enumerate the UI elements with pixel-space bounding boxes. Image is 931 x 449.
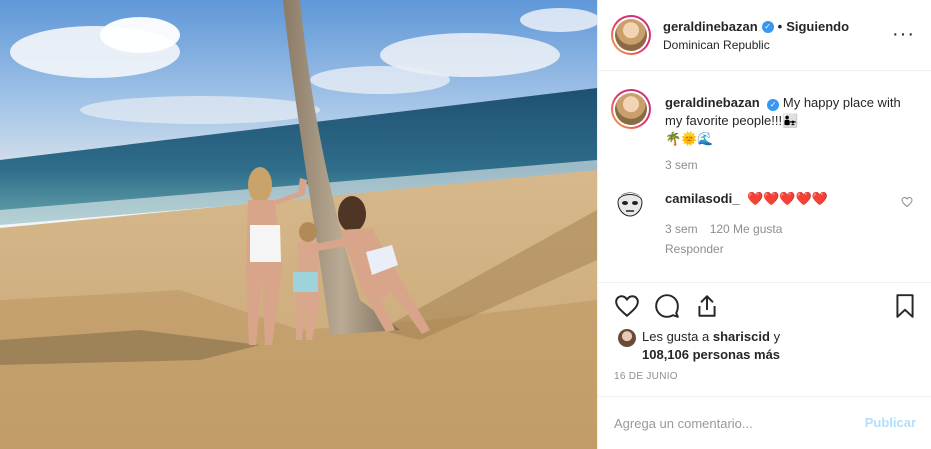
likes-connector: y — [773, 329, 781, 344]
caption-emojis: 🌴🌞🌊 — [665, 131, 714, 146]
reply-button[interactable]: Responder — [665, 242, 885, 256]
comment-like-heart-icon[interactable] — [901, 196, 913, 211]
follow-status-button[interactable]: Siguiendo — [786, 19, 849, 34]
likes-count[interactable]: 108,106 personas más — [642, 347, 780, 362]
heart-icon[interactable] — [614, 293, 640, 319]
comment-text: ❤️❤️❤️❤️❤️ — [747, 191, 828, 206]
share-icon[interactable] — [694, 293, 720, 319]
caption: geraldinebazan ✓ My happy place with my … — [665, 94, 905, 172]
more-options-icon[interactable]: ··· — [892, 24, 915, 44]
comment-username[interactable]: camilasodi_ — [665, 191, 739, 206]
caption-username[interactable]: geraldinebazan — [665, 95, 760, 110]
post-photo[interactable] — [0, 0, 597, 449]
author-info: geraldinebazan ✓ • Siguiendo Dominican R… — [663, 19, 849, 52]
commenter-avatar[interactable] — [614, 186, 646, 218]
comments-section[interactable]: geraldinebazan ✓ My happy place with my … — [598, 71, 931, 282]
comment-icon[interactable] — [654, 293, 680, 319]
add-comment-form: Publicar — [598, 396, 931, 449]
comment-item: camilasodi_ ❤️❤️❤️❤️❤️ 3 sem 120 Me gust… — [665, 190, 885, 256]
liker-avatar[interactable] — [618, 329, 636, 347]
liker-username[interactable]: shariscid — [713, 329, 770, 344]
verified-badge-icon: ✓ — [767, 99, 780, 111]
separator-dot: • — [777, 19, 783, 34]
post-details-panel: geraldinebazan ✓ • Siguiendo Dominican R… — [597, 0, 931, 449]
publish-button[interactable]: Publicar — [865, 415, 916, 430]
caption-time[interactable]: 3 sem — [665, 158, 698, 172]
comment-input[interactable] — [614, 413, 844, 433]
likes-prefix: Les gusta a — [642, 329, 710, 344]
post-date[interactable]: 16 DE JUNIO — [614, 371, 678, 382]
verified-badge-icon: ✓ — [761, 20, 774, 33]
action-bar — [598, 282, 931, 328]
caption-author-avatar[interactable] — [611, 89, 651, 129]
post-header: geraldinebazan ✓ • Siguiendo Dominican R… — [598, 0, 931, 71]
post-location[interactable]: Dominican Republic — [663, 38, 849, 52]
author-avatar[interactable] — [611, 15, 651, 55]
comment-time[interactable]: 3 sem — [665, 222, 698, 236]
comment-likes[interactable]: 120 Me gusta — [710, 222, 783, 236]
author-username[interactable]: geraldinebazan — [663, 19, 758, 34]
bookmark-icon[interactable] — [892, 293, 918, 319]
beach-photo-image — [0, 0, 597, 449]
